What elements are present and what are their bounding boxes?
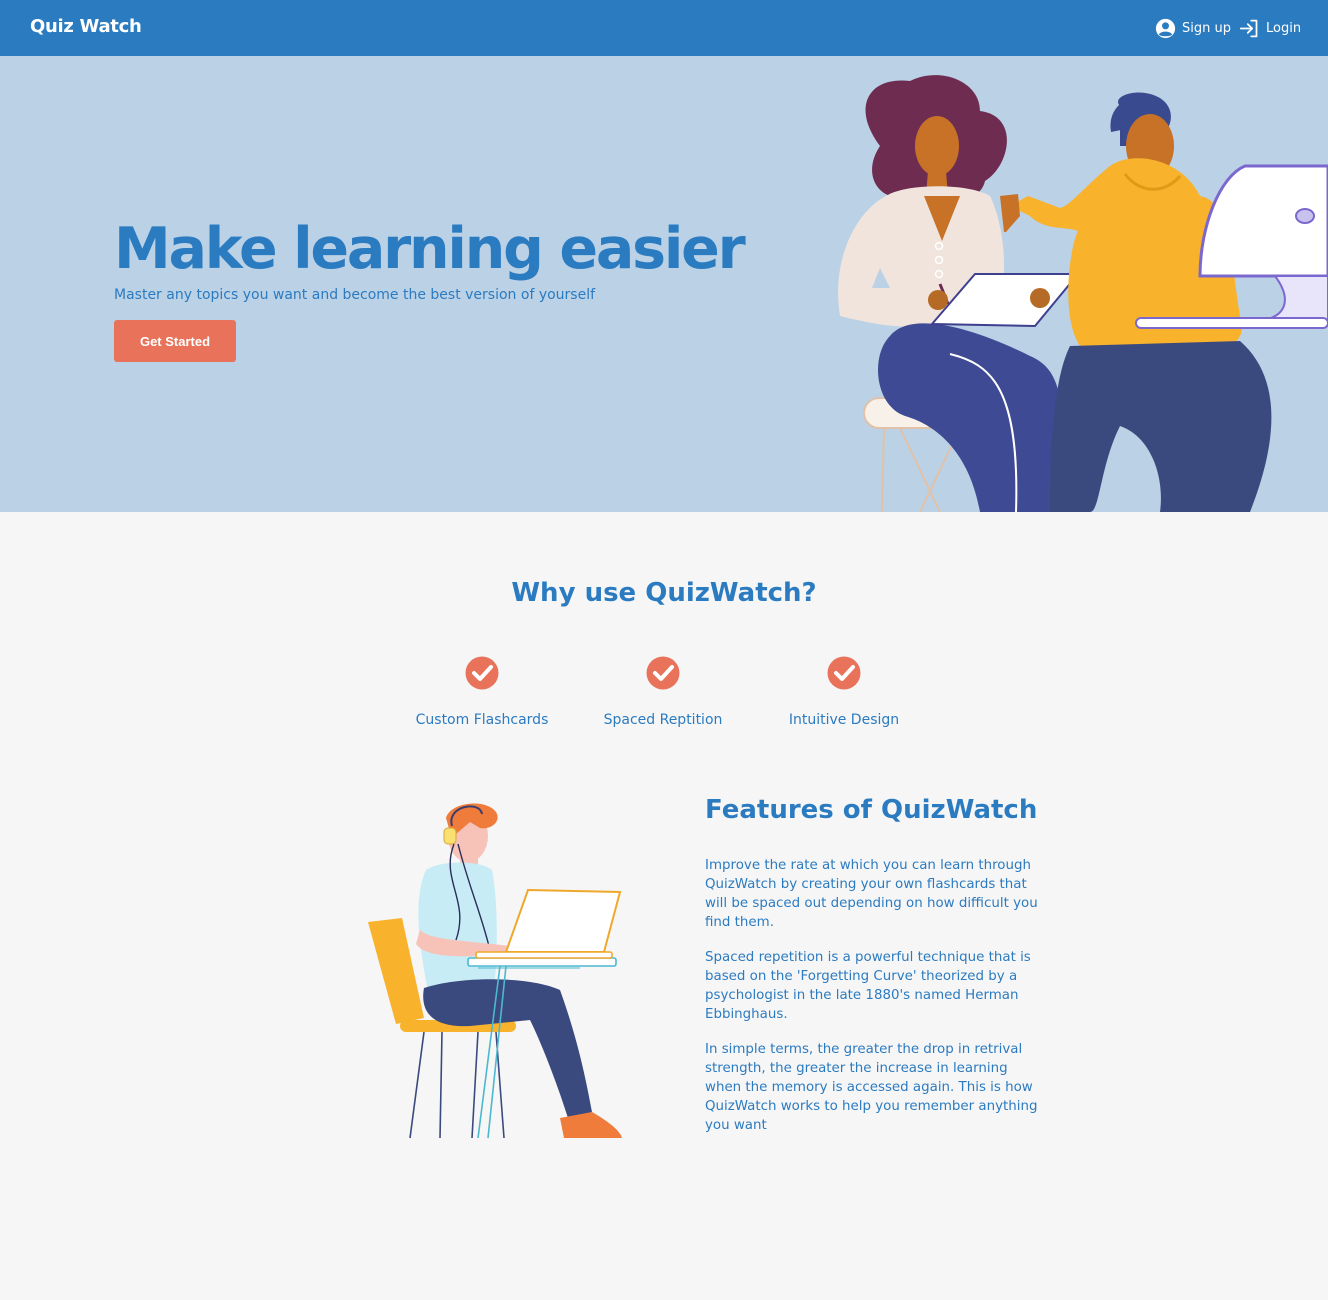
features-paragraph: In simple terms, the greater the drop in… (705, 1042, 1038, 1133)
account-circle-icon (1155, 18, 1176, 38)
student-laptop-illustration (368, 803, 622, 1139)
benefit-label: Spaced Reptition (603, 712, 723, 728)
login-label: Login (1266, 20, 1302, 36)
get-started-button[interactable]: Get Started (114, 320, 236, 362)
login-link[interactable]: Login (1239, 16, 1301, 40)
hero-title: Make learning easier (114, 216, 746, 282)
hero-illustration (838, 75, 1328, 512)
check-circle-icon (646, 656, 680, 690)
check-circle-icon (827, 656, 861, 690)
features-paragraph: Spaced repetition is a powerful techniqu… (705, 950, 1031, 1022)
brand-logo[interactable]: Quiz Watch (30, 16, 142, 37)
top-navbar: Quiz Watch Sign up Login (0, 0, 1328, 56)
login-arrow-icon (1239, 19, 1258, 37)
check-circle-icon (465, 656, 499, 690)
features-body: Improve the rate at which you can learn … (705, 856, 1040, 1151)
features-paragraph: Improve the rate at which you can learn … (705, 858, 1038, 930)
benefit-item: Spaced Reptition (573, 656, 753, 728)
features-title: Features of QuizWatch (705, 795, 1038, 825)
benefit-label: Intuitive Design (788, 712, 900, 728)
benefit-label: Custom Flashcards (415, 712, 549, 728)
signup-link[interactable]: Sign up (1155, 16, 1231, 40)
hero-section: Make learning easier Master any topics y… (0, 56, 1328, 512)
student-figure (416, 803, 622, 1138)
signup-label: Sign up (1182, 20, 1231, 36)
hero-subtitle: Master any topics you want and become th… (114, 287, 596, 303)
benefit-item: Intuitive Design (754, 656, 934, 728)
why-section-title: Why use QuizWatch? (511, 578, 817, 608)
benefit-item: Custom Flashcards (392, 656, 572, 728)
